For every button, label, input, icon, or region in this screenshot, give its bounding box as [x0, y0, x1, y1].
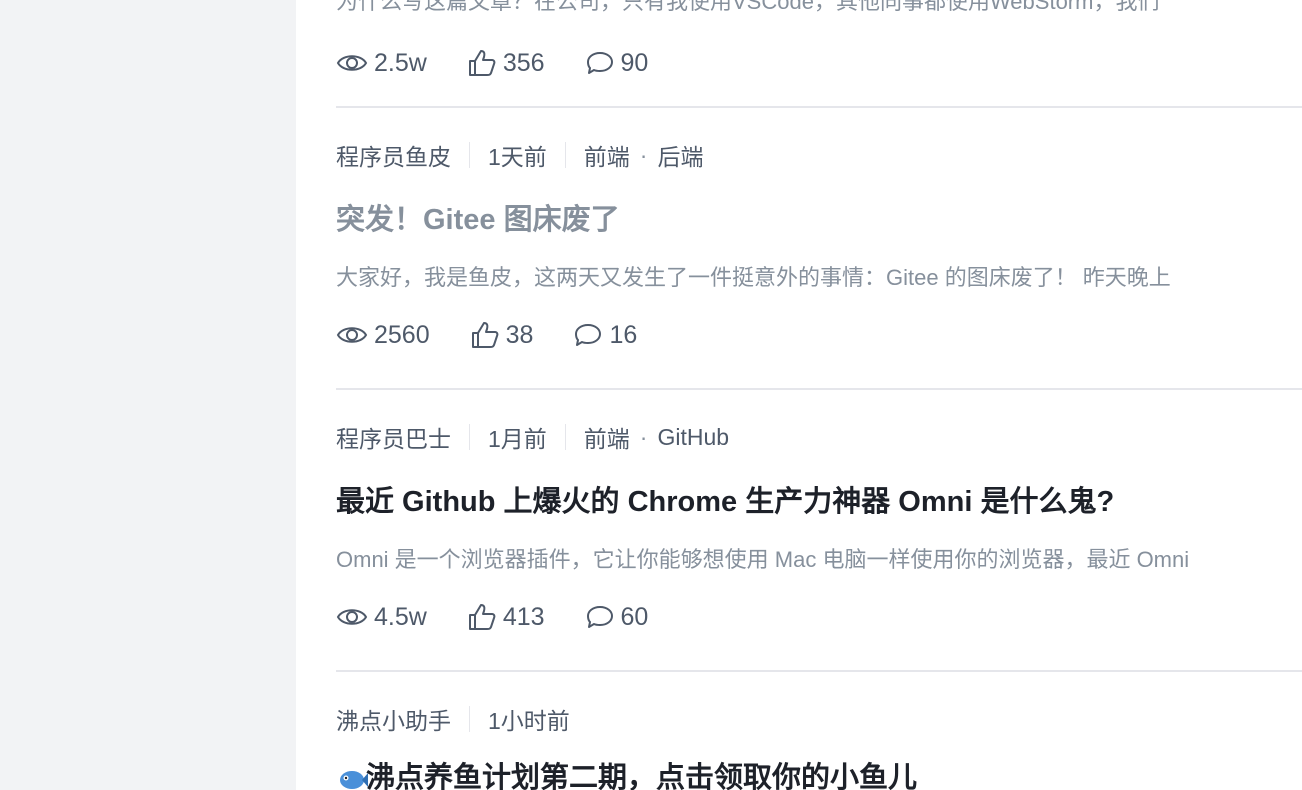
likes-stat[interactable]: 356: [467, 49, 545, 78]
thumbs-up-icon: [468, 604, 496, 630]
publish-time: 1月前: [488, 426, 547, 452]
article-title[interactable]: 突发！Gitee 图床废了: [336, 200, 1302, 240]
comment-icon: [586, 606, 613, 628]
likes-stat[interactable]: 38: [470, 321, 533, 350]
views-stat: 2560: [336, 321, 430, 350]
article-excerpt[interactable]: 大家好，我是鱼皮，这两天又发生了一件挺意外的事情：Gitee 的图床废了！ 昨天…: [336, 262, 1302, 294]
likes-stat[interactable]: 413: [467, 603, 545, 632]
article-stats: 4.5w 413 60: [336, 600, 1302, 634]
article-item[interactable]: 沸点小助手 1小时前 沸点养鱼计划第二期，点击领取你的小鱼儿: [336, 702, 1302, 790]
tag-link[interactable]: GitHub: [657, 424, 729, 451]
views-stat: 4.5w: [336, 603, 427, 632]
article-feed: 为什么写这篇文章？在公司，只有我使用VSCode，其他同事都使用WebStorm…: [296, 0, 1302, 790]
publish-time: 1天前: [488, 144, 547, 170]
divider: [336, 106, 1302, 108]
comments-stat[interactable]: 16: [573, 321, 637, 350]
comment-icon: [586, 52, 613, 74]
tag-dot: ·: [639, 141, 648, 168]
eye-icon: [336, 609, 368, 625]
author-name[interactable]: 沸点小助手: [336, 702, 451, 736]
meta-separator: [469, 424, 470, 450]
author-name[interactable]: 程序员巴士: [336, 420, 451, 454]
tag-link[interactable]: 后端: [657, 138, 703, 172]
article-item[interactable]: 程序员鱼皮 1天前 前端 · 后端 突发！Gitee 图床废了 大家好，我是鱼皮…: [336, 138, 1302, 352]
author-name[interactable]: 程序员鱼皮: [336, 138, 451, 172]
thumbs-up-icon: [471, 322, 499, 348]
article-meta: 程序员巴士 1月前 前端 · GitHub: [336, 420, 1302, 454]
views-stat: 2.5w: [336, 49, 427, 78]
article-meta: 程序员鱼皮 1天前 前端 · 后端: [336, 138, 1302, 172]
article-stats: 2560 38 16: [336, 318, 1302, 352]
article-title[interactable]: 最近 Github 上爆火的 Chrome 生产力神器 Omni 是什么鬼?: [336, 482, 1302, 522]
meta-separator: [564, 424, 566, 450]
article-title[interactable]: 沸点养鱼计划第二期，点击领取你的小鱼儿: [336, 758, 1302, 790]
divider: [336, 670, 1302, 672]
meta-separator: [564, 142, 566, 168]
meta-separator: [469, 706, 470, 732]
publish-time: 1小时前: [488, 708, 570, 734]
tag-dot: ·: [639, 423, 648, 450]
tag-link[interactable]: 前端: [584, 420, 630, 454]
fish-emoji-icon: [340, 771, 368, 790]
eye-icon: [336, 327, 368, 343]
article-stats: 2.5w 356 90: [336, 46, 1302, 80]
left-sidebar: [0, 0, 296, 790]
meta-separator: [469, 142, 470, 168]
article-meta: 沸点小助手 1小时前: [336, 702, 1302, 736]
thumbs-up-icon: [468, 50, 496, 76]
article-excerpt[interactable]: Omni 是一个浏览器插件，它让你能够想使用 Mac 电脑一样使用你的浏览器，最…: [336, 544, 1302, 576]
comment-icon: [575, 324, 602, 346]
comments-stat[interactable]: 60: [585, 603, 648, 632]
eye-icon: [336, 55, 368, 71]
tag-link[interactable]: 前端: [584, 138, 630, 172]
article-excerpt: 为什么写这篇文章？在公司，只有我使用VSCode，其他同事都使用WebStorm…: [336, 0, 1160, 14]
article-item[interactable]: 程序员巴士 1月前 前端 · GitHub 最近 Github 上爆火的 Chr…: [336, 420, 1302, 634]
comments-stat[interactable]: 90: [585, 49, 648, 78]
divider: [336, 388, 1302, 390]
